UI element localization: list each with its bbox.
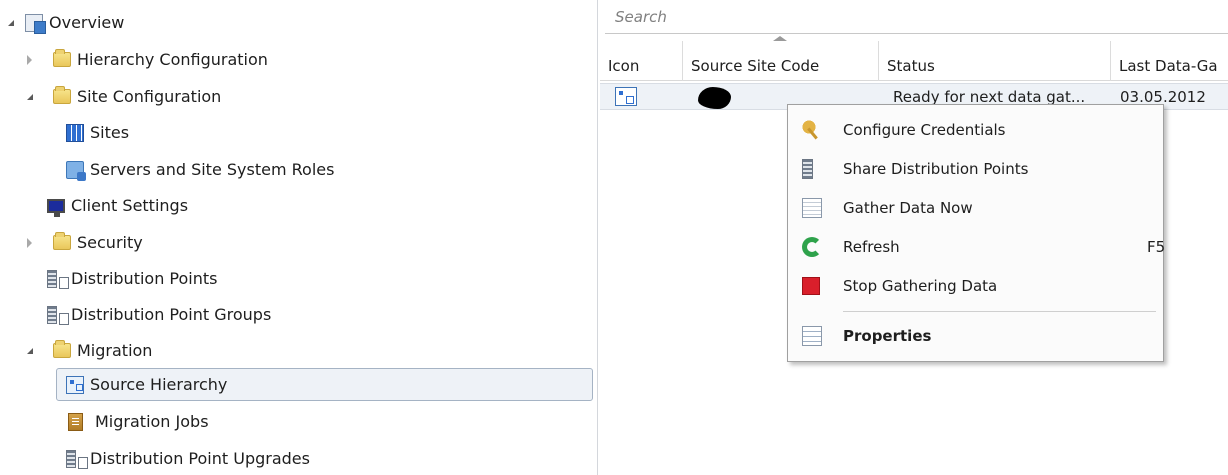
- menu-item-refresh[interactable]: Refresh F5: [788, 228, 1166, 266]
- column-header-icon[interactable]: Icon: [600, 41, 683, 81]
- share-distribution-points-icon: [802, 159, 813, 179]
- tree-item-label: Client Settings: [71, 195, 189, 215]
- tree-item-distribution-point-upgrades[interactable]: Distribution Point Upgrades: [66, 443, 310, 474]
- expand-arrow-icon[interactable]: [27, 348, 33, 354]
- column-header-source-site-code[interactable]: Source Site Code: [683, 41, 879, 81]
- navigation-pane: Overview Hierarchy Configuration Site Co…: [0, 0, 597, 475]
- column-header-label: Last Data-Ga: [1119, 57, 1218, 75]
- expand-arrow-icon[interactable]: [27, 94, 33, 100]
- tree-item-hierarchy-configuration[interactable]: Hierarchy Configuration: [27, 44, 268, 75]
- column-header-label: Source Site Code: [691, 57, 820, 75]
- tree-item-migration[interactable]: Migration: [27, 335, 152, 366]
- shortcut-label: F5: [1147, 238, 1166, 256]
- folder-icon: [53, 340, 71, 358]
- tree-item-label: Migration: [77, 340, 153, 360]
- menu-item-properties[interactable]: Properties: [788, 317, 1163, 355]
- folder-icon: [53, 232, 71, 250]
- tree-item-distribution-points[interactable]: Distribution Points: [47, 263, 218, 294]
- tree-item-label: Distribution Points: [71, 268, 218, 288]
- gather-data-icon: [802, 198, 822, 218]
- source-hierarchy-icon: [66, 375, 84, 394]
- stop-icon: [802, 277, 820, 295]
- tree-item-source-hierarchy[interactable]: Source Hierarchy: [66, 369, 227, 400]
- tree-item-label: Servers and Site System Roles: [90, 159, 335, 179]
- tree-item-label: Hierarchy Configuration: [77, 49, 268, 69]
- tree-item-migration-jobs[interactable]: Migration Jobs: [68, 406, 209, 437]
- menu-item-label: Gather Data Now: [843, 199, 973, 217]
- tree-item-security[interactable]: Security: [27, 227, 143, 258]
- tree-item-label: Sites: [90, 122, 130, 142]
- menu-item-configure-credentials[interactable]: Configure Credentials: [788, 111, 1163, 149]
- source-hierarchy-icon: [615, 87, 637, 106]
- menu-separator: [843, 311, 1156, 312]
- servers-icon: [66, 160, 86, 181]
- search-input[interactable]: [615, 6, 1215, 28]
- column-header-last-data-gathering[interactable]: Last Data-Ga: [1111, 41, 1228, 81]
- tree-item-label: Overview: [49, 12, 125, 32]
- redacted-site-code: [698, 87, 731, 109]
- menu-item-label: Refresh: [843, 238, 900, 256]
- menu-item-share-distribution-points[interactable]: Share Distribution Points: [788, 150, 1163, 188]
- client-settings-icon: [47, 198, 65, 217]
- tree-item-label: Site Configuration: [77, 86, 222, 106]
- menu-item-label: Configure Credentials: [843, 121, 1006, 139]
- folder-icon: [53, 86, 71, 104]
- tree-item-sites[interactable]: Sites: [66, 117, 129, 148]
- menu-item-label: Stop Gathering Data: [843, 277, 998, 295]
- tree-item-label: Migration Jobs: [95, 411, 209, 431]
- tree-item-overview[interactable]: Overview: [8, 7, 124, 38]
- properties-icon: [802, 326, 822, 346]
- distribution-points-icon: [47, 269, 69, 289]
- grid-header: Icon Source Site Code Status Last Data-G…: [600, 41, 1228, 81]
- key-icon: [802, 120, 822, 140]
- refresh-icon: [802, 237, 822, 257]
- distribution-point-groups-icon: [47, 305, 69, 325]
- column-header-label: Status: [887, 57, 935, 75]
- tree-item-label: Distribution Point Groups: [71, 304, 272, 324]
- pane-divider[interactable]: [597, 0, 598, 475]
- overview-icon: [25, 13, 46, 34]
- context-menu: Configure Credentials Share Distribution…: [787, 104, 1166, 362]
- sort-ascending-icon: [773, 36, 787, 41]
- expand-arrow-icon[interactable]: [8, 20, 14, 26]
- collapse-arrow-icon[interactable]: [27, 55, 32, 65]
- menu-item-gather-data-now[interactable]: Gather Data Now: [788, 189, 1163, 227]
- menu-item-label: Properties: [843, 327, 932, 345]
- migration-jobs-icon: [68, 412, 83, 431]
- sites-icon: [66, 123, 84, 142]
- distribution-point-upgrades-icon: [66, 449, 88, 469]
- tree-item-servers-and-site-system-roles[interactable]: Servers and Site System Roles: [66, 154, 334, 185]
- menu-item-label: Share Distribution Points: [843, 160, 1029, 178]
- tree-item-label: Source Hierarchy: [90, 374, 228, 394]
- column-header-status[interactable]: Status: [879, 41, 1111, 81]
- tree-item-label: Distribution Point Upgrades: [90, 448, 310, 468]
- tree-item-client-settings[interactable]: Client Settings: [47, 190, 188, 221]
- column-header-label: Icon: [608, 57, 640, 75]
- collapse-arrow-icon[interactable]: [27, 238, 32, 248]
- search-bar: [605, 0, 1228, 34]
- tree-item-distribution-point-groups[interactable]: Distribution Point Groups: [47, 299, 271, 330]
- tree-item-site-configuration[interactable]: Site Configuration: [27, 81, 221, 112]
- tree-item-label: Security: [77, 232, 143, 252]
- menu-item-stop-gathering-data[interactable]: Stop Gathering Data: [788, 267, 1163, 305]
- folder-icon: [53, 49, 71, 67]
